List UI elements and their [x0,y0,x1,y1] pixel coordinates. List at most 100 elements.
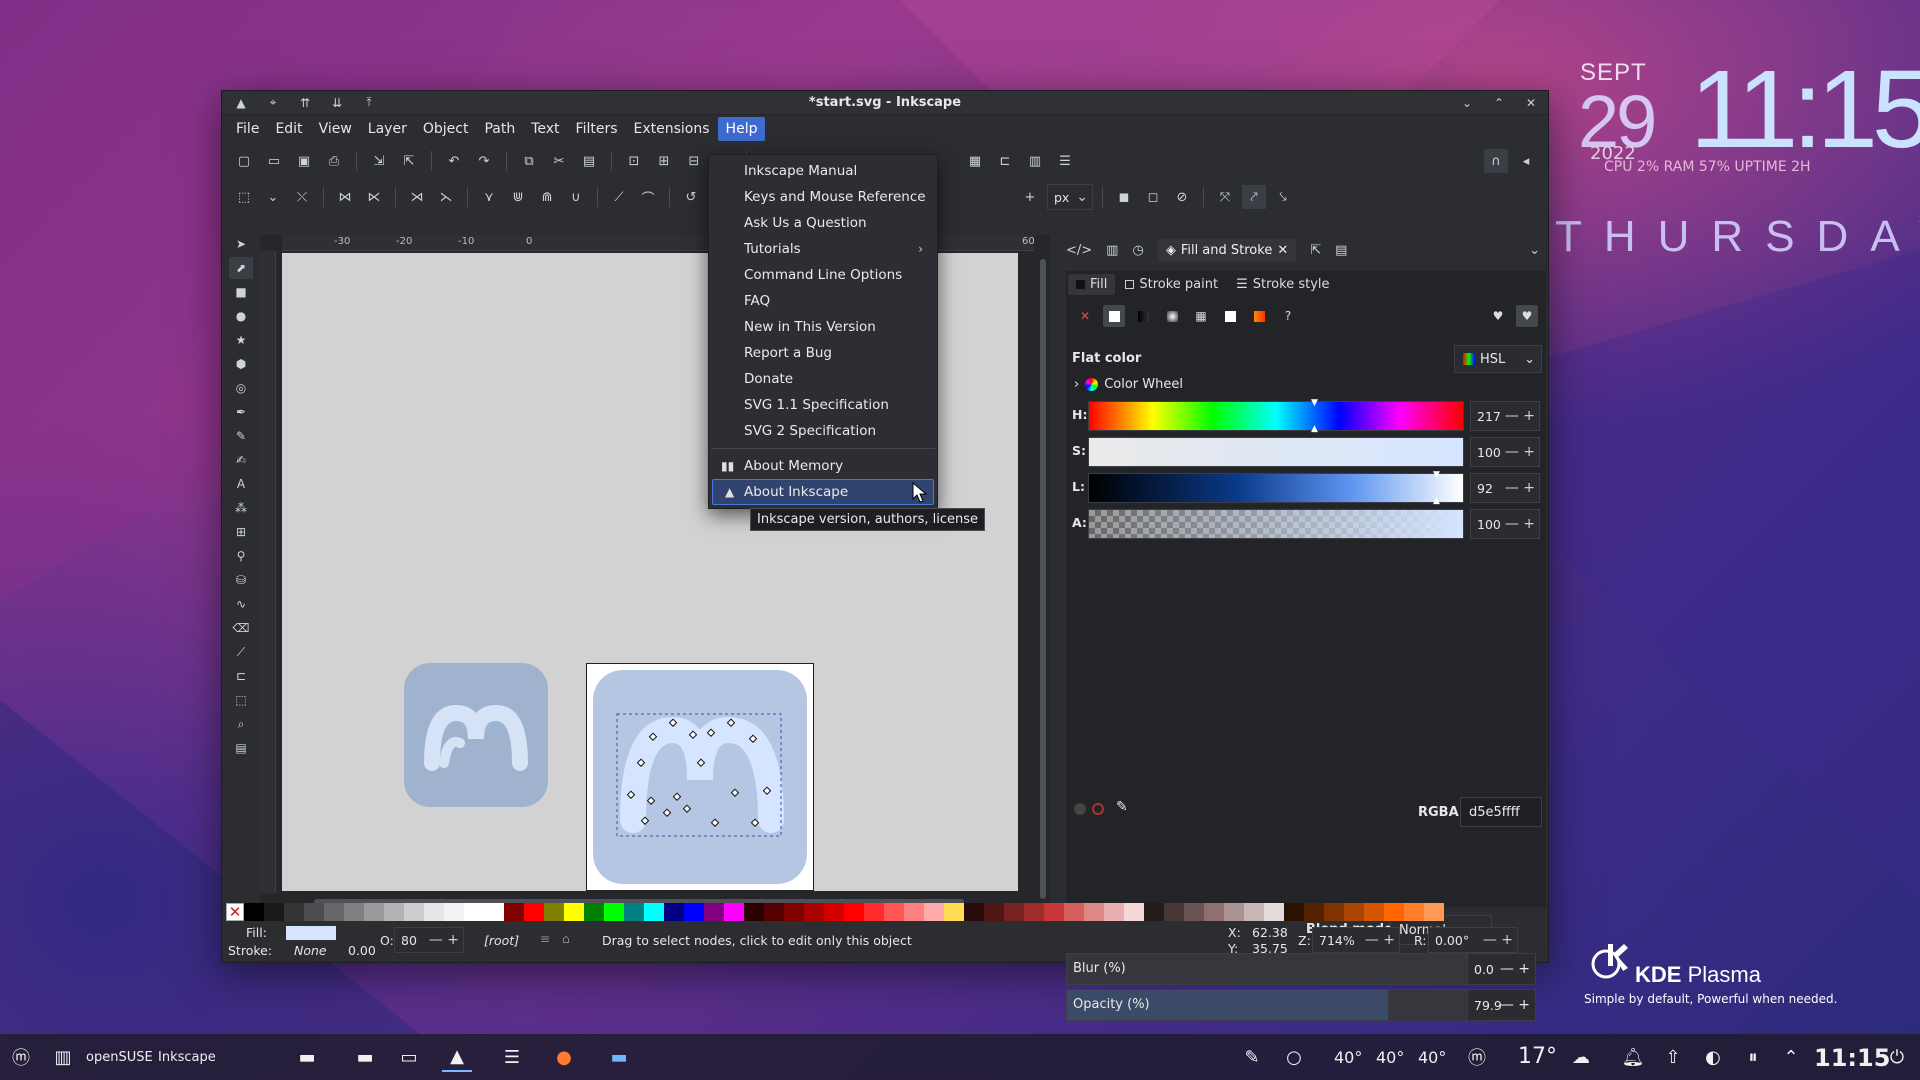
palette-swatch[interactable] [264,903,284,921]
unit-select[interactable]: px ⌄ [1047,184,1093,210]
palette-swatch[interactable] [744,903,764,921]
file-manager-icon[interactable]: ▬ [604,1042,634,1072]
tray-expand-icon[interactable]: ⌃ [1776,1042,1806,1072]
paste-icon[interactable]: ▤ [577,149,601,173]
radial-gradient-icon[interactable] [1161,305,1183,327]
document-page[interactable] [586,663,814,891]
palette-swatch[interactable] [664,903,684,921]
menu-item-inkscape-manual[interactable]: Inkscape Manual [709,158,937,184]
menu-item-tutorials[interactable]: Tutorials › [709,236,937,262]
symmetric-node-icon[interactable]: ⋒ [535,185,559,209]
stepper-icon[interactable]: — + [1505,516,1535,532]
zoom-drawing-icon[interactable]: ⊞ [652,149,676,173]
pen-tool-icon[interactable]: ✒ [229,401,253,423]
connector-tool-icon[interactable]: ⟋ [229,641,253,663]
updates-icon[interactable]: ⇧ [1658,1042,1688,1072]
menu-item-donate[interactable]: Donate [709,366,937,392]
clip-icon[interactable]: ⊘ [1170,185,1194,209]
palette-swatch[interactable] [1044,903,1064,921]
palette-swatch[interactable] [444,903,464,921]
ellipse-tool-icon[interactable]: ● [229,305,253,327]
subtab-fill[interactable]: Fill [1068,273,1116,295]
palette-swatch[interactable] [704,903,724,921]
node-tool-icon[interactable]: ⬈ [229,257,253,279]
align-icon[interactable]: ⊏ [993,149,1017,173]
subtab-stroke-paint[interactable]: Stroke paint [1117,274,1226,295]
palette-swatch[interactable] [1064,903,1084,921]
break-path-icon[interactable]: ⋉ [362,185,386,209]
show-transform-icon[interactable]: ◼ [1112,185,1136,209]
eraser-tool-icon[interactable]: ⌫ [229,617,253,639]
night-color-icon[interactable]: ◐ [1698,1042,1728,1072]
layer-indicator[interactable]: [root] [484,933,519,948]
palette-swatch[interactable] [824,903,844,921]
zoom-input[interactable]: 714% — + [1312,927,1400,953]
vertical-ruler[interactable] [260,251,276,893]
palette-swatch[interactable] [1224,903,1244,921]
stepper-icon[interactable]: — + [1505,408,1535,424]
menu-edit[interactable]: Edit [267,117,310,141]
history-tab-icon[interactable]: ◷ [1132,243,1143,258]
3d-box-tool-icon[interactable]: ⬢ [229,353,253,375]
alpha-value[interactable]: 100— + [1470,509,1540,539]
menu-filters[interactable]: Filters [568,117,626,141]
join-nodes-icon[interactable]: ⋈ [333,185,357,209]
vertical-scrollbar[interactable] [1040,259,1046,899]
layer-menu-icon[interactable]: ≡ [540,931,550,946]
palette-swatch[interactable] [244,903,264,921]
plus-icon[interactable]: + [1018,185,1042,209]
object-to-path-icon[interactable]: ↺ [679,185,703,209]
lightness-value[interactable]: 92 — + [1470,473,1540,503]
circle-icon[interactable]: ○ [1279,1042,1309,1072]
zoom-selection-icon[interactable]: ⊡ [622,149,646,173]
palette-swatch[interactable] [684,903,704,921]
open-icon[interactable]: ▭ [262,149,286,173]
hue-slider[interactable]: ▼ ▲ [1088,398,1464,434]
copy-icon[interactable]: ⧉ [517,149,541,173]
palette-swatch[interactable] [984,903,1004,921]
power-icon[interactable]: ⏻ [1882,1042,1912,1072]
smooth-node-icon[interactable]: ⋓ [506,185,530,209]
menu-item-svg11-spec[interactable]: SVG 1.1 Specification [709,392,937,418]
dropper-tool-icon[interactable]: ⚲ [229,545,253,567]
xml-editor-icon[interactable]: ▥ [1023,149,1047,173]
stepper-icon[interactable]: — + [1505,480,1535,496]
distro-label[interactable]: openSUSE [86,1050,153,1065]
keep-above-icon[interactable]: ⇈ [296,94,314,112]
linear-gradient-icon[interactable] [1132,305,1154,327]
saturation-value[interactable]: 100— + [1470,437,1540,467]
palette-swatch[interactable] [864,903,884,921]
palette-swatch[interactable] [1104,903,1124,921]
stroke-width[interactable]: 0.00 [348,943,376,958]
curve-segment-icon[interactable]: ⌒ [636,185,660,209]
pencil-tool-icon[interactable]: ✎ [229,425,253,447]
chevron-down-icon[interactable]: ⌄ [261,185,285,209]
calligraphy-tool-icon[interactable]: ✍ [229,449,253,471]
menu-layer[interactable]: Layer [360,117,415,141]
rgba-input[interactable]: d5e5ffff [1460,797,1542,827]
color-mode-select[interactable]: HSL ⌄ [1454,345,1542,373]
swatch-icon[interactable] [1248,305,1270,327]
pin-icon[interactable]: ⌖ [264,94,282,112]
show-bbox-icon[interactable]: ⤧ [1213,185,1237,209]
palette-swatch[interactable] [1364,903,1384,921]
menu-item-about-inkscape[interactable]: ▲ About Inkscape [712,479,934,505]
color-picker-icon[interactable]: ✎ [1116,799,1128,815]
palette-swatch[interactable] [884,903,904,921]
palette-swatch[interactable] [1424,903,1444,921]
palette-swatch[interactable] [1144,903,1164,921]
palette-swatch[interactable] [1284,903,1304,921]
application-launcher-icon[interactable]: ⓜ [6,1042,36,1072]
palette-swatch[interactable] [624,903,644,921]
palette-swatch[interactable] [1024,903,1044,921]
mesh-gradient-icon[interactable]: ▦ [1190,305,1212,327]
palette-swatch[interactable] [1184,903,1204,921]
hue-value[interactable]: 217— + [1470,401,1540,431]
weather-temp[interactable]: 17° [1518,1044,1557,1069]
spiral-tool-icon[interactable]: ◎ [229,377,253,399]
pattern-icon[interactable] [1219,305,1241,327]
active-app-label[interactable]: Inkscape [158,1050,216,1065]
palette-swatch[interactable] [384,903,404,921]
menu-help[interactable]: Help [717,117,766,141]
export-tab-icon[interactable]: ⇱ [1310,243,1321,258]
